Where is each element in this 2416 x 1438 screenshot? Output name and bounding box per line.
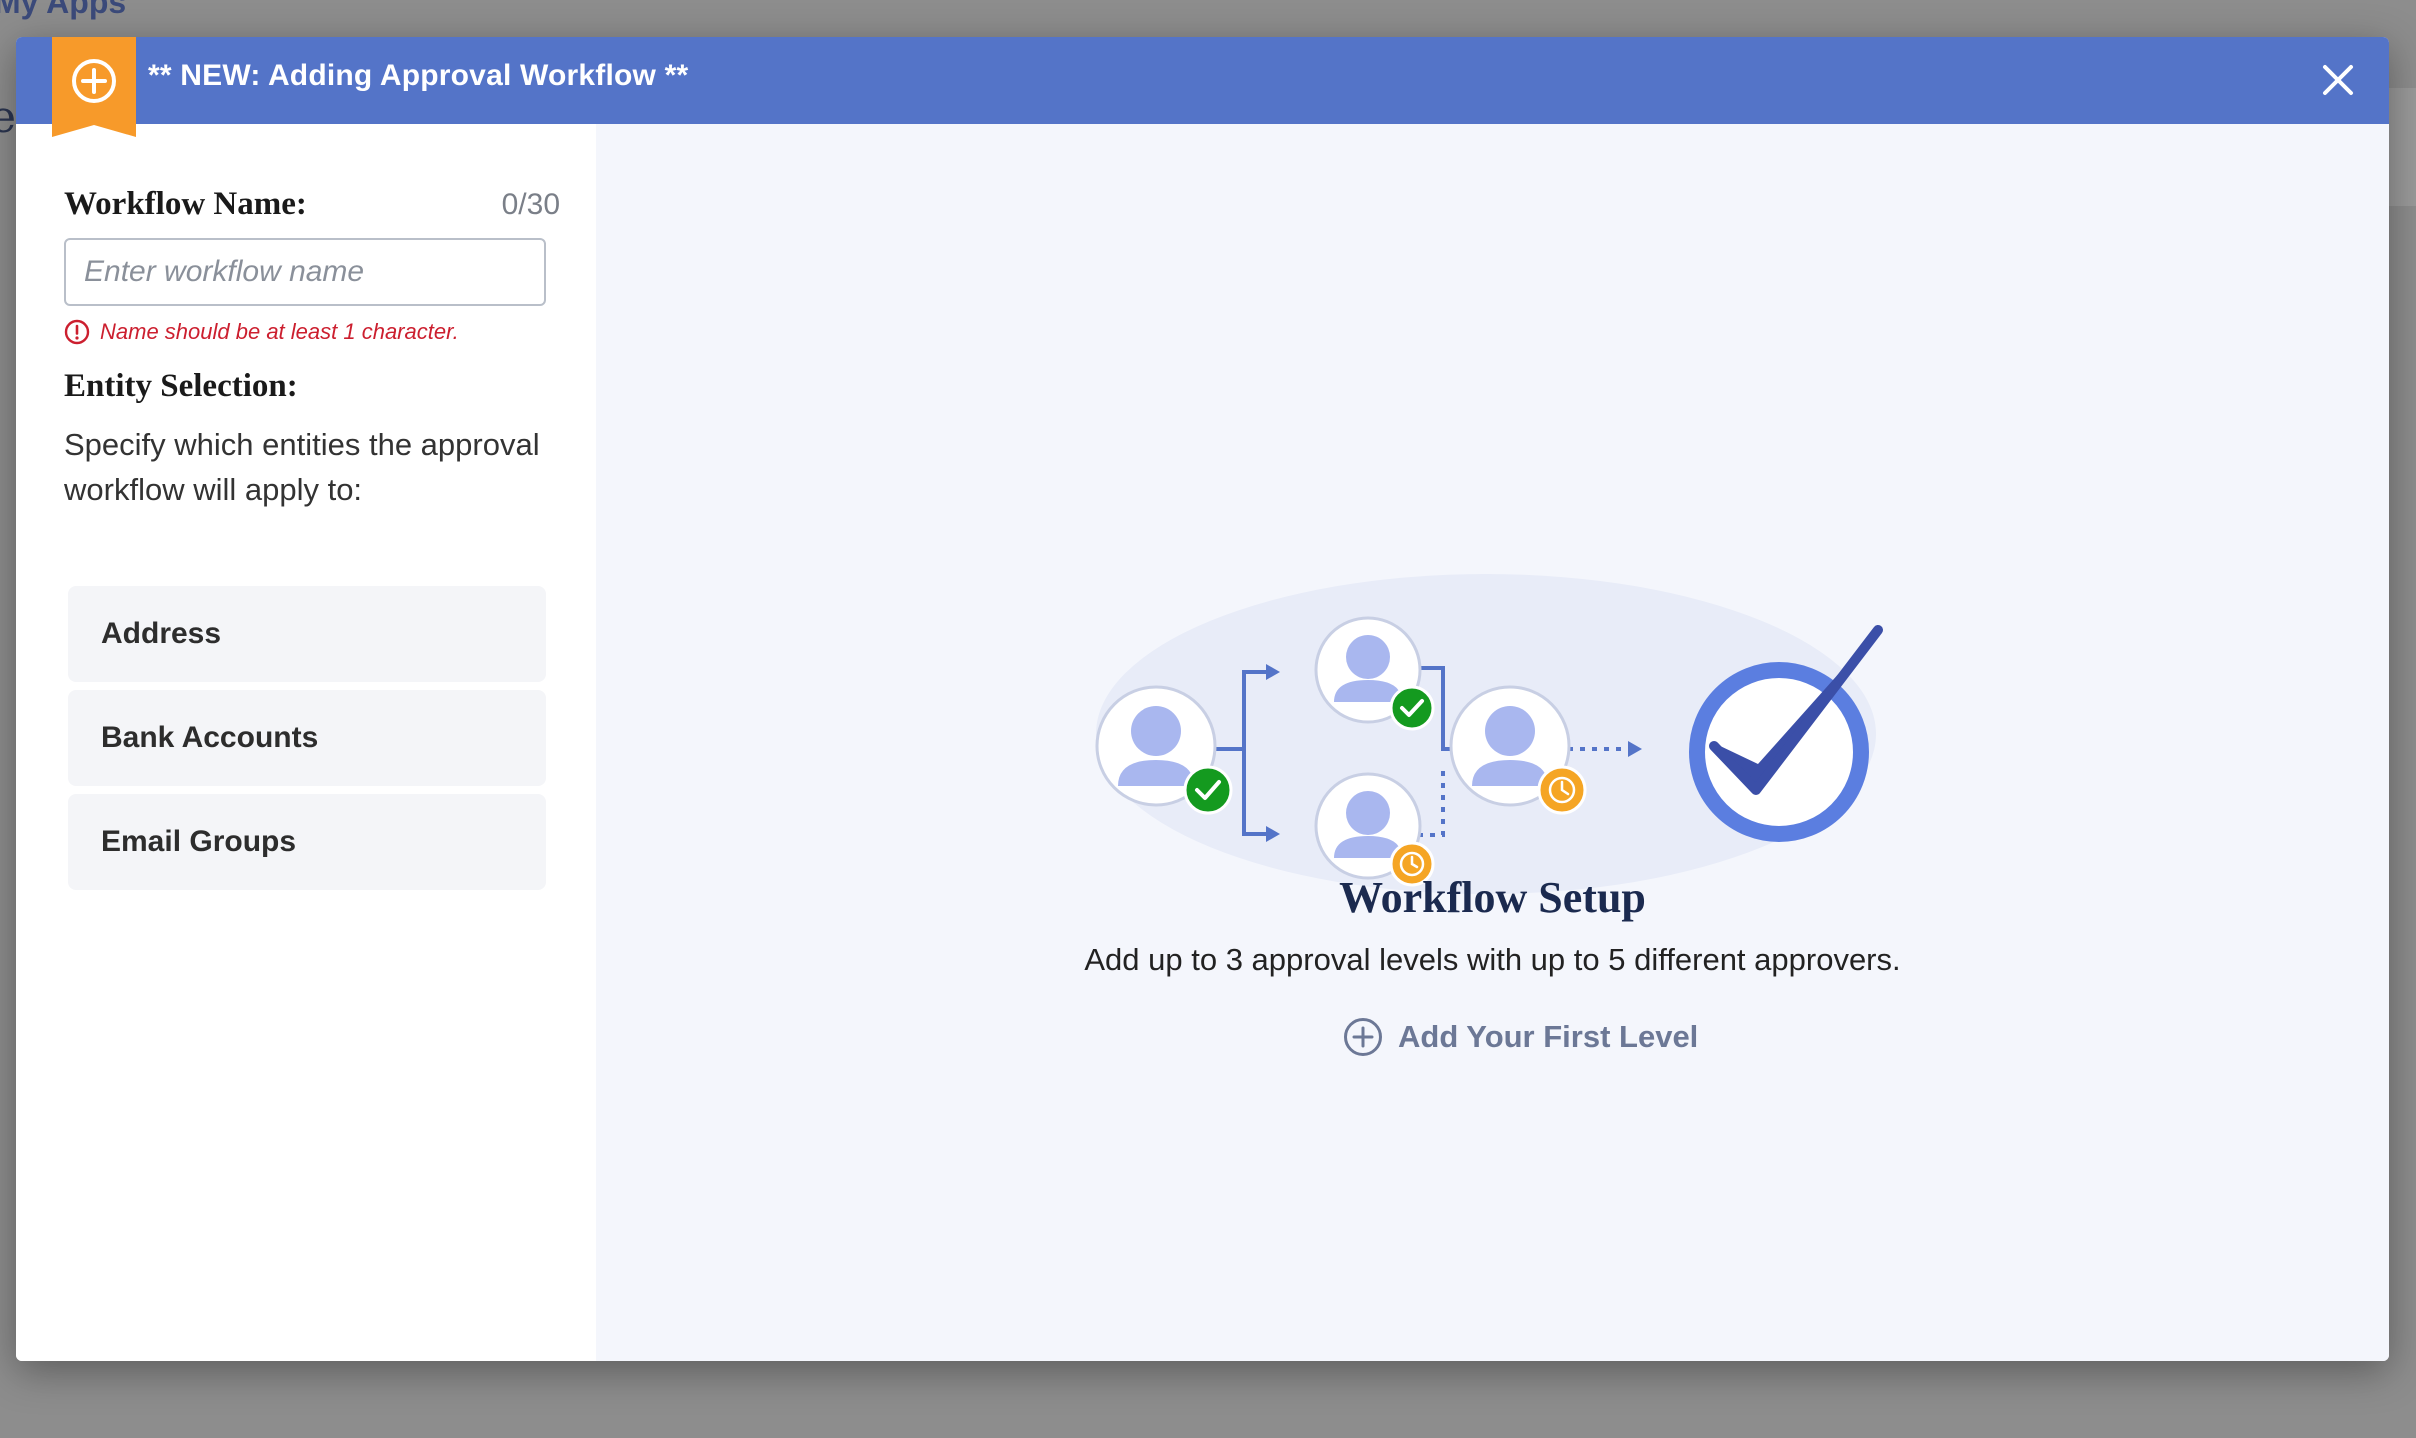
entity-option-label: Address <box>101 617 222 650</box>
workflow-name-input[interactable] <box>64 238 546 306</box>
close-button[interactable] <box>2317 59 2359 101</box>
plus-circle-icon <box>1344 1018 1382 1056</box>
background-heading-fragment: e <box>0 92 17 143</box>
entity-option-address[interactable]: Address <box>68 586 546 682</box>
workflow-name-error: Name should be at least 1 character. <box>64 319 459 345</box>
entity-list: Address Bank Accounts Email Groups <box>68 586 546 898</box>
entity-option-email-groups[interactable]: Email Groups <box>68 794 546 890</box>
workflow-name-counter: 0/30 <box>501 188 560 221</box>
entity-option-label: Email Groups <box>101 825 297 858</box>
add-first-level-button[interactable]: Add Your First Level <box>1342 1014 1698 1060</box>
workflow-form-panel: Workflow Name: 0/30 Name should be at le… <box>16 124 596 1361</box>
modal-header: ** NEW: Adding Approval Workflow ** <box>16 37 2389 124</box>
workflow-setup-description: Add up to 3 approval levels with up to 5… <box>1084 942 1901 977</box>
alert-circle-icon <box>64 319 90 345</box>
workflow-name-label: Workflow Name: <box>64 186 307 222</box>
my-apps-link: My Apps <box>0 0 127 20</box>
entity-option-bank-accounts[interactable]: Bank Accounts <box>68 690 546 786</box>
workflow-setup-panel: Workflow Setup Add up to 3 approval leve… <box>596 124 2389 1361</box>
entity-option-label: Bank Accounts <box>101 721 319 754</box>
entity-selection-title: Entity Selection: <box>64 368 298 404</box>
close-icon <box>2323 65 2353 95</box>
approval-workflow-modal: ** NEW: Adding Approval Workflow ** Work… <box>16 37 2389 1361</box>
modal-title: ** NEW: Adding Approval Workflow ** <box>148 59 689 92</box>
new-feature-badge <box>52 37 136 137</box>
workflow-setup-title: Workflow Setup <box>1339 873 1646 922</box>
entity-selection-description: Specify which entities the approval work… <box>64 427 540 507</box>
workflow-name-error-text: Name should be at least 1 character. <box>100 319 459 344</box>
add-first-level-label: Add Your First Level <box>1398 1019 1699 1054</box>
